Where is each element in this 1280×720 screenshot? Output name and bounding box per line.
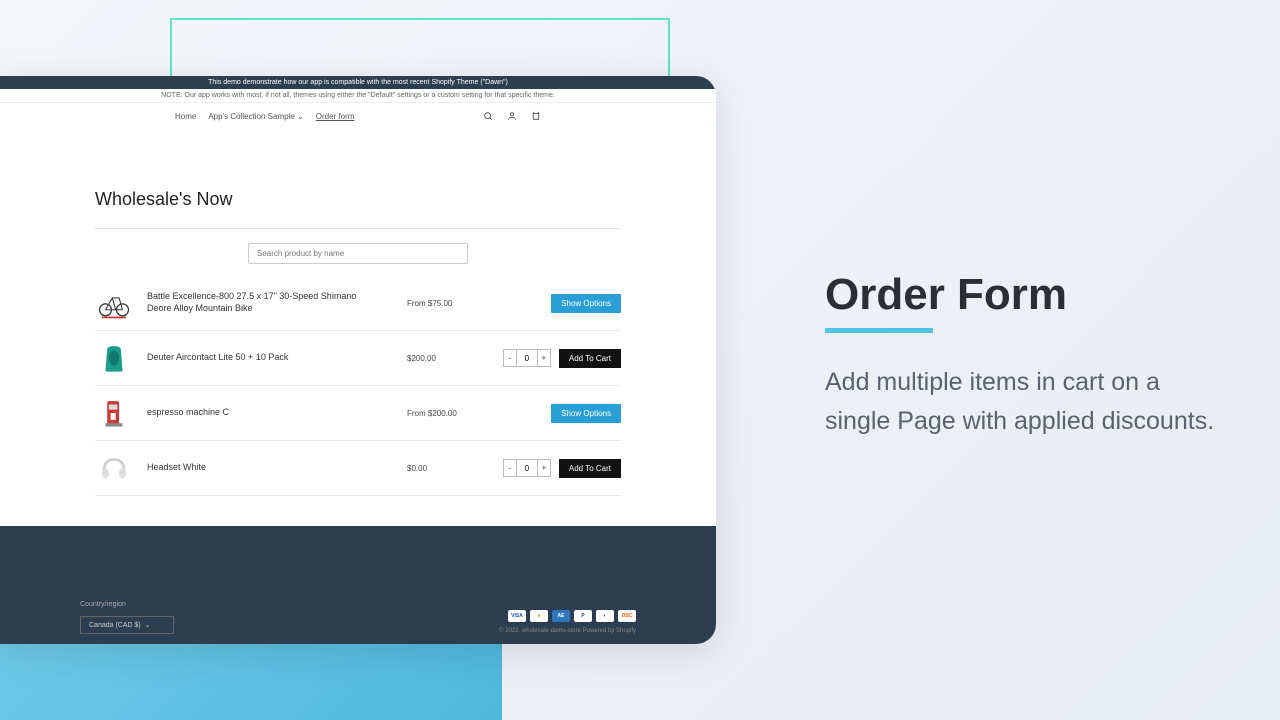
main-content: Wholesale's Now Battle Excellence-800 27… <box>0 129 716 516</box>
product-name[interactable]: Headset White <box>147 462 393 474</box>
footer: Country/region Canada (CAD $) ⌄ VISA ●● … <box>0 526 716 644</box>
chevron-down-icon: ⌄ <box>145 622 151 629</box>
navbar: Home App's Collection Sample ⌄ Order for… <box>0 103 716 129</box>
search-input[interactable] <box>248 243 468 264</box>
region-label: Country/region <box>80 601 174 608</box>
promo-title: Order Form <box>825 270 1225 320</box>
nav-order-form[interactable]: Order form <box>316 112 355 121</box>
product-row: Headset White $0.00 - 0 + Add To Cart <box>95 441 621 496</box>
qty-minus-button[interactable]: - <box>503 349 517 367</box>
diners-icon: ◐ <box>596 610 614 622</box>
region-select[interactable]: Canada (CAD $) ⌄ <box>80 616 174 634</box>
qty-minus-button[interactable]: - <box>503 459 517 477</box>
mastercard-icon: ●● <box>530 610 548 622</box>
qty-value[interactable]: 0 <box>517 349 537 367</box>
quantity-stepper: - 0 + <box>503 459 551 477</box>
page-title: Wholesale's Now <box>95 189 621 210</box>
decorative-teal-frame <box>170 18 670 78</box>
nav-collection[interactable]: App's Collection Sample ⌄ <box>208 112 303 121</box>
qty-value[interactable]: 0 <box>517 459 537 477</box>
region-selector-wrap: Country/region Canada (CAD $) ⌄ <box>80 601 174 634</box>
nav-links: Home App's Collection Sample ⌄ Order for… <box>175 112 354 121</box>
product-row: Deuter Aircontact Lite 50 + 10 Pack $200… <box>95 331 621 386</box>
app-screenshot-frame: This demo demonstrate how our app is com… <box>0 76 716 644</box>
product-row: espresso machine C From $200.00 Show Opt… <box>95 386 621 441</box>
cart-icon[interactable] <box>531 111 541 121</box>
product-thumb-headset <box>95 449 133 487</box>
promo-panel: Order Form Add multiple items in cart on… <box>825 270 1225 441</box>
product-name[interactable]: Battle Excellence-800 27.5 x 17" 30-Spee… <box>147 291 393 314</box>
note-banner: NOTE: Our app works with most, if not al… <box>0 89 716 103</box>
search-icon[interactable] <box>483 111 493 121</box>
product-thumb-backpack <box>95 339 133 377</box>
quantity-stepper: - 0 + <box>503 349 551 367</box>
nav-icons <box>483 111 541 121</box>
show-options-button[interactable]: Show Options <box>551 294 621 313</box>
paypal-icon: P <box>574 610 592 622</box>
account-icon[interactable] <box>507 111 517 121</box>
product-price: $200.00 <box>407 354 477 363</box>
visa-icon: VISA <box>508 610 526 622</box>
product-price: From $200.00 <box>407 409 477 418</box>
nav-home[interactable]: Home <box>175 112 196 121</box>
product-name[interactable]: espresso machine C <box>147 407 393 419</box>
add-to-cart-button[interactable]: Add To Cart <box>559 459 621 478</box>
demo-banner: This demo demonstrate how our app is com… <box>0 76 716 89</box>
show-options-button[interactable]: Show Options <box>551 404 621 423</box>
promo-underline <box>825 328 933 333</box>
product-price: $0.00 <box>407 464 477 473</box>
amex-icon: AE <box>552 610 570 622</box>
copyright: © 2022, wholesale-demo-store Powered by … <box>499 628 636 634</box>
promo-text: Add multiple items in cart on a single P… <box>825 363 1225 441</box>
product-row: Battle Excellence-800 27.5 x 17" 30-Spee… <box>95 276 621 331</box>
product-price: From $75.00 <box>407 299 477 308</box>
qty-plus-button[interactable]: + <box>537 349 551 367</box>
footer-right: VISA ●● AE P ◐ DSC © 2022, wholesale-dem… <box>499 610 636 634</box>
product-thumb-bike <box>95 284 133 322</box>
payment-icons: VISA ●● AE P ◐ DSC <box>499 610 636 622</box>
discover-icon: DSC <box>618 610 636 622</box>
add-to-cart-button[interactable]: Add To Cart <box>559 349 621 368</box>
divider <box>95 228 621 229</box>
product-thumb-espresso <box>95 394 133 432</box>
qty-plus-button[interactable]: + <box>537 459 551 477</box>
chevron-down-icon: ⌄ <box>297 112 304 121</box>
product-name[interactable]: Deuter Aircontact Lite 50 + 10 Pack <box>147 352 393 364</box>
decorative-blue-block <box>0 642 502 720</box>
